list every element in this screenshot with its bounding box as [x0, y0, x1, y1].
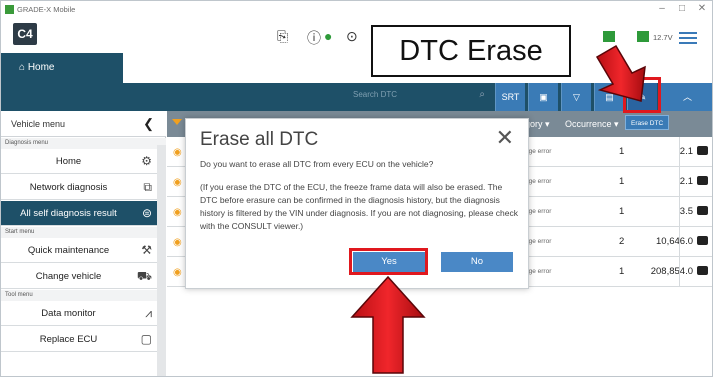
sidebar-item-home[interactable]: Home ⚙: [1, 149, 166, 174]
battery-icon: [637, 31, 649, 42]
waveform-icon: ⩘: [145, 306, 152, 320]
home-bar: ⌂ Home: [1, 53, 712, 83]
warning-icon: ◉: [173, 237, 182, 248]
sidebar-item-network-diagnosis[interactable]: Network diagnosis ⧉: [1, 175, 166, 200]
close-icon[interactable]: ✕: [496, 125, 514, 151]
wrench-icon: ⚒: [141, 243, 152, 257]
chevron-left-icon[interactable]: ❮: [143, 111, 154, 137]
srt-button[interactable]: SRT: [495, 83, 525, 111]
app-window: GRADE-X Mobile – □ ✕ C4 ⎘ ⓘ ● ⊙ ◐ 12.7V …: [0, 0, 713, 377]
app-logo-icon: [5, 5, 14, 14]
camera-icon[interactable]: [697, 266, 708, 275]
search-placeholder: Search DTC: [353, 90, 398, 99]
alert-icon[interactable]: ⓘ: [307, 28, 321, 48]
yes-highlight-box: [349, 248, 428, 275]
sidebar-header: Vehicle menu ❮: [1, 111, 166, 137]
sidebar-title: Vehicle menu: [11, 119, 66, 129]
vi-status-icon: [603, 31, 615, 42]
section-start: Start menu: [1, 227, 166, 238]
sidebar-item-change-vehicle[interactable]: Change vehicle ⛟: [1, 264, 166, 289]
sidebar-item-data-monitor[interactable]: Data monitor ⩘: [1, 301, 166, 326]
car-search-icon: ⊜: [141, 206, 152, 220]
row-count: 1: [619, 146, 625, 157]
warning-icon: ◉: [173, 147, 182, 158]
section-tool: Tool menu: [1, 290, 166, 301]
dialog-question: Do you want to erase all DTC from every …: [200, 159, 434, 169]
sidebar-item-label: Replace ECU: [39, 334, 98, 345]
title-bar: GRADE-X Mobile – □ ✕: [1, 1, 712, 19]
row-occurrence: 2.1: [679, 146, 693, 157]
camera-icon[interactable]: [697, 176, 708, 185]
sidebar-item-replace-ecu[interactable]: Replace ECU ▢: [1, 327, 166, 352]
camera-icon[interactable]: [697, 146, 708, 155]
camera-icon[interactable]: [697, 206, 708, 215]
erase-highlight-box: [623, 77, 661, 113]
no-button[interactable]: No: [441, 252, 513, 272]
camera-icon[interactable]: [697, 236, 708, 245]
sidebar-scrollbar[interactable]: [157, 145, 166, 376]
sidebar-item-label: Change vehicle: [35, 271, 102, 282]
warning-icon: ◉: [173, 177, 182, 188]
sidebar-item-label: Quick maintenance: [27, 245, 110, 256]
occurrence-column-header[interactable]: Occurrence ▾: [565, 111, 619, 137]
row-count: 1: [619, 206, 625, 217]
app-badge[interactable]: C4: [13, 23, 37, 45]
sidebar-item-label: Home: [55, 156, 82, 167]
status-green-icon: ●: [324, 28, 333, 44]
erase-dtc-tooltip: Erase DTC: [625, 115, 670, 130]
sort-arrow-icon[interactable]: [172, 119, 182, 125]
row-count: 1: [619, 266, 625, 277]
maximize-button[interactable]: □: [675, 3, 689, 14]
row-occurrence: 208,854.0: [650, 266, 693, 277]
hamburger-menu-icon[interactable]: [679, 32, 697, 44]
gear-icon: ⚙: [141, 154, 152, 168]
sidebar-item-label: All self diagnosis result: [20, 208, 117, 219]
sidebar-item-label: Data monitor: [41, 308, 96, 319]
top-toolbar: C4 ⎘ ⓘ ● ⊙ ◐ 12.7V: [1, 19, 712, 53]
dialog-note: (If you erase the DTC of the ECU, the fr…: [200, 182, 518, 231]
section-diagnosis: Diagnosis menu: [1, 138, 166, 149]
voltage-readout: 12.7V: [653, 33, 673, 42]
sidebar-item-label: Network diagnosis: [29, 182, 108, 193]
window-title: GRADE-X Mobile: [17, 5, 76, 14]
row-occurrence: 3.5: [679, 206, 693, 217]
sidebar-item-all-self-diagnosis[interactable]: All self diagnosis result ⊜: [1, 201, 166, 226]
row-count: 2: [619, 236, 625, 247]
close-window-button[interactable]: ✕: [695, 3, 709, 14]
vehicle-icon[interactable]: ⊙: [346, 28, 358, 45]
row-occurrence: 10,646.0: [656, 236, 693, 247]
sidebar: Vehicle menu ❮ Diagnosis menu Home ⚙ Net…: [1, 111, 166, 376]
ecu-icon: ▢: [140, 332, 152, 346]
network-icon: ⧉: [143, 180, 152, 194]
minimize-button[interactable]: –: [655, 3, 669, 14]
home-tab[interactable]: ⌂ Home: [1, 53, 123, 83]
car-icon: ⛟: [136, 269, 152, 283]
warning-icon: ◉: [173, 267, 182, 278]
dialog-title: Erase all DTC: [200, 129, 319, 150]
report-icon[interactable]: ▣: [528, 83, 558, 111]
sidebar-item-quick-maintenance[interactable]: Quick maintenance ⚒: [1, 238, 166, 263]
collapse-chevron-icon[interactable]: ︿: [660, 83, 712, 111]
search-icon: ⌕: [479, 89, 485, 100]
filter-icon[interactable]: ▽: [561, 83, 591, 111]
dtc-erase-callout: DTC Erase: [371, 25, 571, 77]
save-icon[interactable]: ▤: [594, 83, 624, 111]
row-occurrence: 2.1: [679, 176, 693, 187]
screenshot-icon[interactable]: ⎘: [277, 28, 288, 45]
search-dtc-input[interactable]: Search DTC ⌕: [343, 85, 493, 105]
warning-icon: ◉: [173, 207, 182, 218]
column-divider: [679, 137, 680, 287]
row-count: 1: [619, 176, 625, 187]
